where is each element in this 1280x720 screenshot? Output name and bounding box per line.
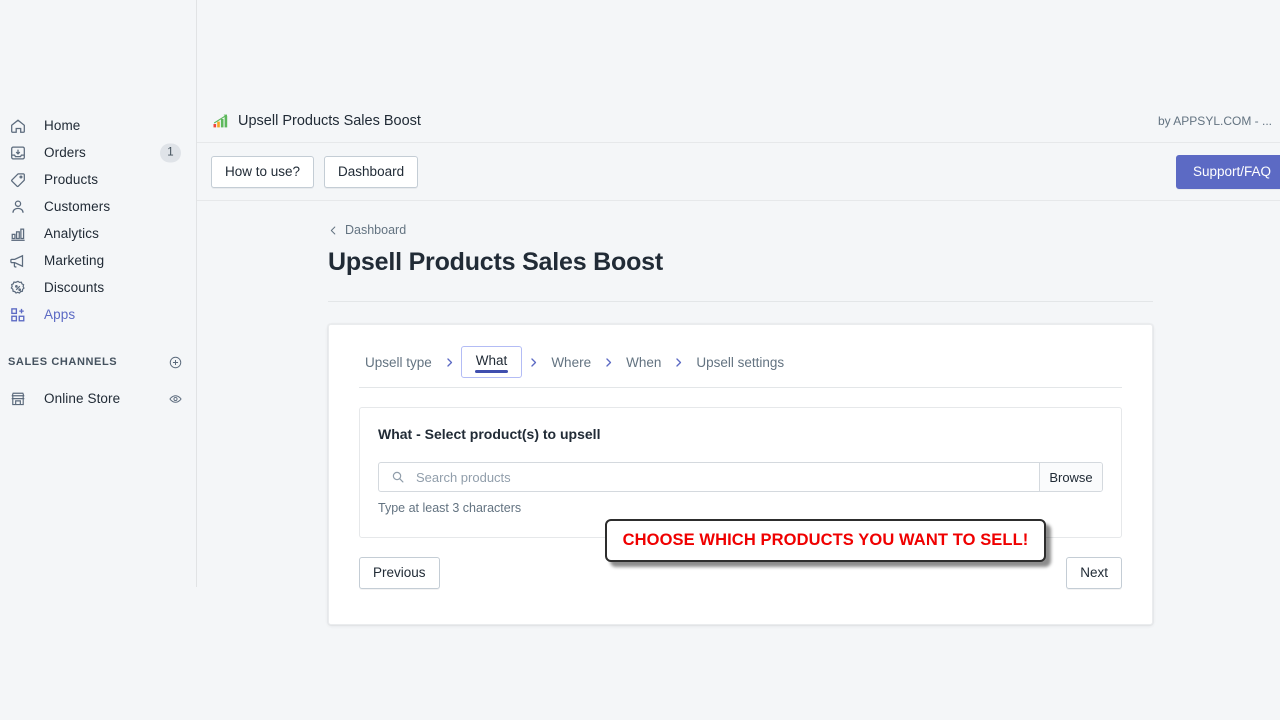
title-divider bbox=[328, 301, 1153, 302]
sidebar-item-label: Customers bbox=[44, 199, 111, 214]
chevron-right-icon bbox=[438, 357, 461, 368]
marketing-icon bbox=[8, 251, 28, 271]
browse-button[interactable]: Browse bbox=[1039, 463, 1102, 491]
search-icon bbox=[391, 470, 405, 484]
sidebar-item-label: Apps bbox=[44, 307, 76, 322]
sidebar-item-home[interactable]: Home bbox=[0, 112, 197, 139]
wizard-steps: Upsell type What Where When Upsell setti… bbox=[359, 346, 1122, 378]
search-helper-text: Type at least 3 characters bbox=[378, 501, 522, 515]
wizard-step-what[interactable]: What bbox=[460, 346, 523, 378]
sidebar-nav: Home Orders 1 Products Customers Analyti… bbox=[0, 112, 197, 412]
callout-banner: CHOOSE WHICH PRODUCTS YOU WANT TO SELL! bbox=[605, 519, 1046, 562]
wizard-step-upsell-type[interactable]: Upsell type bbox=[359, 355, 438, 370]
plus-circle-icon[interactable] bbox=[168, 355, 183, 370]
dashboard-button[interactable]: Dashboard bbox=[324, 155, 419, 188]
sidebar-item-marketing[interactable]: Marketing bbox=[0, 247, 197, 274]
sidebar-item-label: Marketing bbox=[44, 253, 105, 268]
sidebar-item-apps[interactable]: Apps bbox=[0, 301, 197, 328]
support-faq-button[interactable]: Support/FAQ bbox=[1175, 154, 1280, 189]
chevron-right-icon bbox=[597, 357, 620, 368]
chevron-left-icon bbox=[328, 225, 339, 236]
step-panel-title: What - Select product(s) to upsell bbox=[378, 426, 601, 442]
sidebar-item-label: Orders bbox=[44, 145, 86, 160]
app-author: by APPSYL.COM - ... bbox=[1157, 114, 1272, 128]
sidebar-item-label: Home bbox=[44, 118, 81, 133]
app-action-bar: How to use? Dashboard Support/FAQ bbox=[197, 143, 1280, 201]
next-button[interactable]: Next bbox=[1066, 557, 1122, 589]
wizard-step-where[interactable]: Where bbox=[545, 355, 597, 370]
customers-icon bbox=[8, 197, 28, 217]
products-icon bbox=[8, 170, 28, 190]
wizard-card: Upsell type What Where When Upsell setti… bbox=[328, 324, 1153, 625]
home-icon bbox=[8, 116, 28, 136]
app-root: Home Orders 1 Products Customers Analyti… bbox=[0, 0, 1280, 720]
app-title: Upsell Products Sales Boost bbox=[238, 113, 421, 129]
sidebar-item-online-store[interactable]: Online Store bbox=[0, 385, 197, 412]
wizard-step-when[interactable]: When bbox=[620, 355, 667, 370]
previous-button[interactable]: Previous bbox=[359, 557, 440, 589]
eye-icon[interactable] bbox=[168, 391, 183, 406]
orders-icon bbox=[8, 143, 28, 163]
sales-channels-title: SALES CHANNELS bbox=[8, 356, 118, 368]
apps-icon bbox=[8, 305, 28, 325]
breadcrumb-label: Dashboard bbox=[345, 223, 407, 237]
breadcrumb[interactable]: Dashboard bbox=[328, 223, 406, 237]
product-search-row: Browse bbox=[378, 462, 1103, 492]
how-to-use-button[interactable]: How to use? bbox=[211, 155, 315, 188]
sidebar-item-products[interactable]: Products bbox=[0, 166, 197, 193]
bar-chart-icon bbox=[213, 114, 228, 128]
sidebar-item-label: Products bbox=[44, 172, 99, 187]
sidebar-item-analytics[interactable]: Analytics bbox=[0, 220, 197, 247]
app-topbar: Upsell Products Sales Boost by APPSYL.CO… bbox=[197, 100, 1280, 143]
sidebar: Home Orders 1 Products Customers Analyti… bbox=[0, 0, 197, 587]
sidebar-item-label: Online Store bbox=[44, 391, 121, 406]
callout-text: CHOOSE WHICH PRODUCTS YOU WANT TO SELL! bbox=[622, 531, 1029, 549]
page-title: Upsell Products Sales Boost bbox=[328, 248, 663, 276]
chevron-right-icon bbox=[522, 357, 545, 368]
sidebar-item-discounts[interactable]: Discounts bbox=[0, 274, 197, 301]
wizard-step-upsell-settings[interactable]: Upsell settings bbox=[690, 355, 790, 370]
chevron-right-icon bbox=[667, 357, 690, 368]
orders-count-badge: 1 bbox=[160, 143, 181, 162]
discounts-icon bbox=[8, 278, 28, 298]
wizard-divider bbox=[359, 387, 1122, 388]
search-field[interactable] bbox=[379, 463, 1039, 491]
sidebar-item-label: Discounts bbox=[44, 280, 105, 295]
storefront-icon bbox=[8, 389, 28, 409]
sidebar-item-customers[interactable]: Customers bbox=[0, 193, 197, 220]
search-input[interactable] bbox=[416, 469, 1000, 485]
sales-channels-header: SALES CHANNELS bbox=[0, 350, 197, 374]
sidebar-item-orders[interactable]: Orders 1 bbox=[0, 139, 197, 166]
analytics-icon bbox=[8, 224, 28, 244]
sidebar-item-label: Analytics bbox=[44, 226, 99, 241]
